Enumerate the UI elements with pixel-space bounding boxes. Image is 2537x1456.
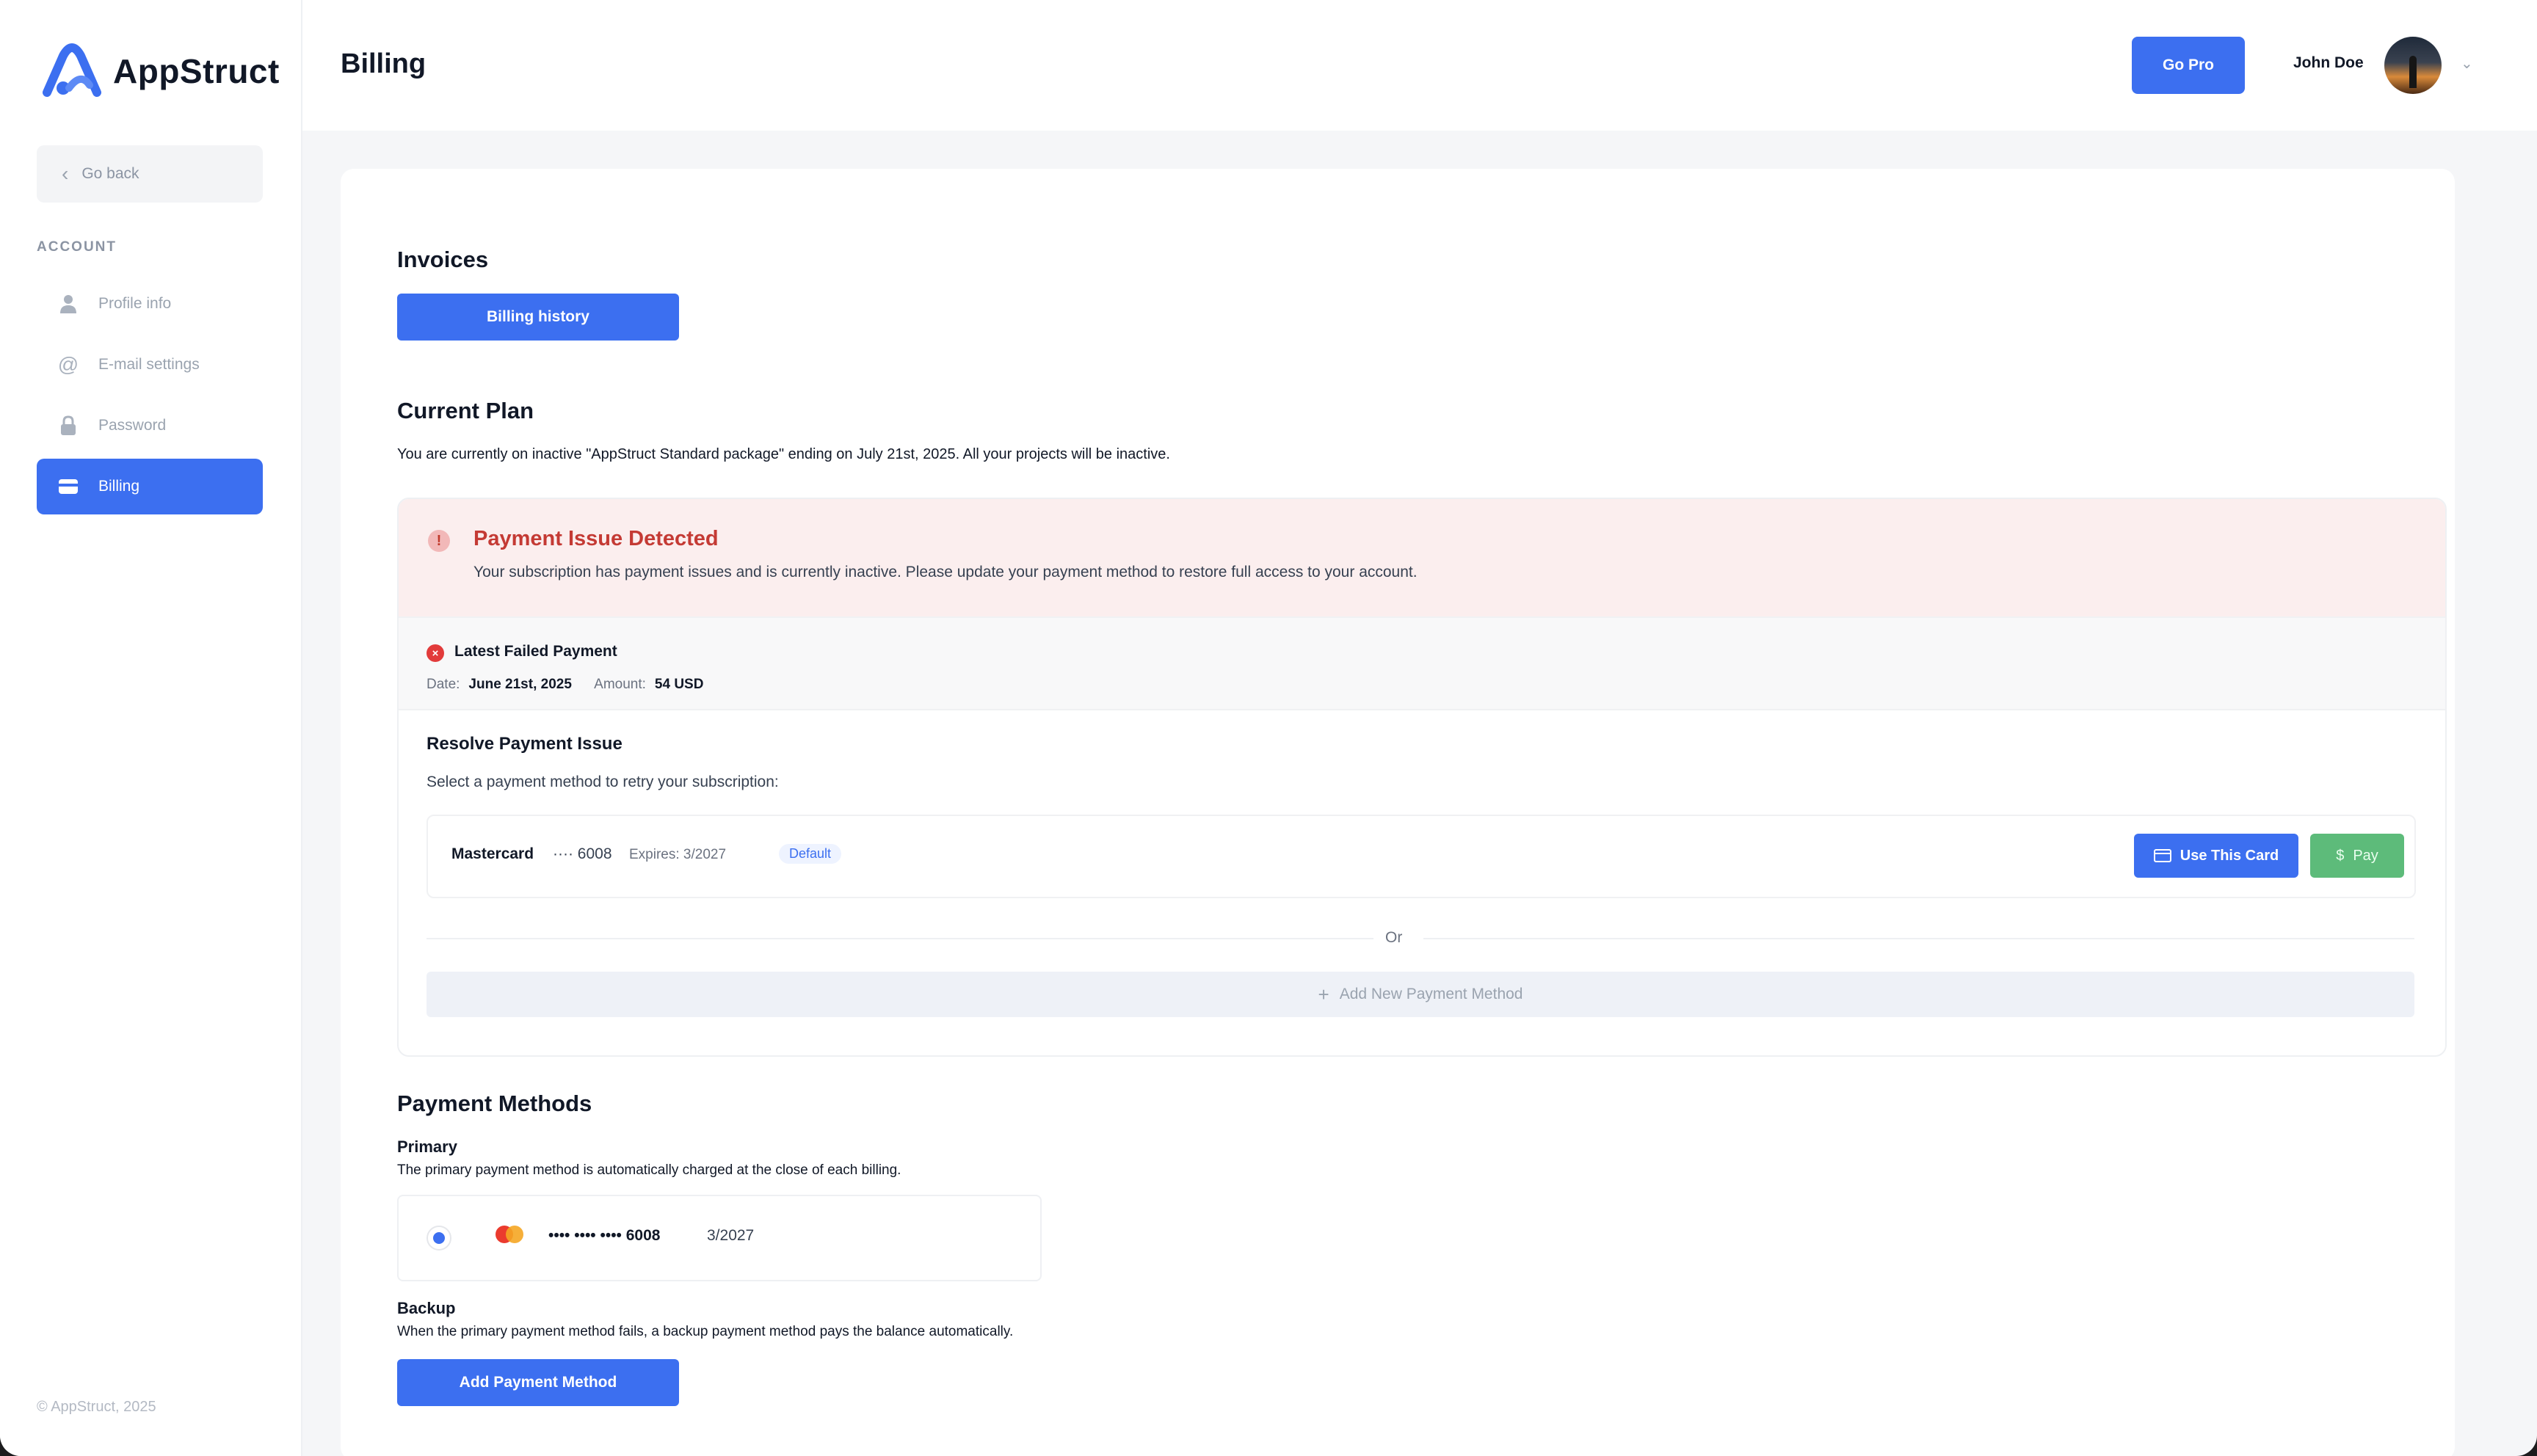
logo[interactable]: AppStruct	[41, 43, 280, 100]
error-x-icon: ×	[427, 644, 444, 662]
primary-card-number: •••• •••• •••• 6008	[548, 1227, 661, 1244]
page-title: Billing	[341, 48, 427, 79]
add-new-label: Add New Payment Method	[1339, 986, 1523, 1002]
add-payment-method-button[interactable]: Add Payment Method	[397, 1359, 679, 1406]
add-new-payment-method-button[interactable]: + Add New Payment Method	[427, 972, 2414, 1017]
mastercard-icon	[496, 1226, 525, 1243]
primary-payment-card[interactable]: •••• •••• •••• 6008 3/2027	[397, 1195, 1042, 1281]
amount-value: 54 USD	[654, 677, 704, 692]
sidebar-item-email-settings[interactable]: @ E-mail settings	[37, 337, 263, 393]
saved-card-row[interactable]: Mastercard ···· 6008 Expires: 3/2027 Def…	[427, 815, 2416, 898]
billing-card: Invoices Billing history Current Plan Yo…	[341, 169, 2455, 1456]
divider	[427, 938, 1373, 939]
credit-card-icon	[57, 476, 79, 498]
date-value: June 21st, 2025	[468, 677, 572, 692]
alert-title: Payment Issue Detected	[473, 527, 719, 550]
app-name: AppStruct	[113, 52, 280, 90]
appstruct-logo-icon	[43, 43, 101, 97]
sidebar-item-label: Password	[98, 417, 167, 434]
at-icon: @	[57, 353, 79, 376]
latest-failed-payment: × Latest Failed Payment Date: June 21st, …	[399, 616, 2445, 710]
payment-issue-alert: ! Payment Issue Detected Your subscripti…	[399, 499, 2445, 616]
dollar-icon: $	[2336, 847, 2345, 864]
use-this-card-button[interactable]: Use This Card	[2134, 834, 2298, 878]
backup-title: Backup	[397, 1299, 456, 1317]
use-this-card-label: Use This Card	[2180, 847, 2279, 864]
user-icon	[57, 293, 79, 315]
sidebar: AppStruct ‹ Go back ACCOUNT Profile info…	[0, 0, 302, 1456]
go-pro-button[interactable]: Go Pro	[2132, 37, 2245, 94]
default-badge: Default	[779, 844, 842, 864]
resolve-description: Select a payment method to retry your su…	[427, 774, 779, 790]
credit-card-icon	[2153, 849, 2171, 862]
pay-label: Pay	[2353, 847, 2378, 864]
failed-payment-title: Latest Failed Payment	[454, 643, 617, 660]
amount-label: Amount:	[594, 677, 646, 692]
sidebar-item-billing[interactable]: Billing	[37, 459, 263, 514]
chevron-down-icon[interactable]: ⌄	[2461, 54, 2473, 73]
sidebar-item-label: Billing	[98, 478, 140, 495]
avatar[interactable]	[2384, 37, 2442, 94]
payment-methods-title: Payment Methods	[397, 1091, 592, 1116]
current-plan-title: Current Plan	[397, 398, 534, 423]
date-label: Date:	[427, 677, 460, 692]
chevron-left-icon: ‹	[62, 162, 69, 185]
failed-payment-meta: Date: June 21st, 2025 Amount: 54 USD	[427, 677, 722, 693]
go-back-button[interactable]: ‹ Go back	[37, 145, 263, 203]
sidebar-item-password[interactable]: Password	[37, 398, 263, 454]
go-back-label: Go back	[81, 165, 139, 182]
sidebar-item-label: E-mail settings	[98, 356, 200, 373]
sidebar-item-profile-info[interactable]: Profile info	[37, 276, 263, 332]
app-window: AppStruct ‹ Go back ACCOUNT Profile info…	[0, 0, 2537, 1456]
top-header: Billing Go Pro John Doe ⌄	[302, 0, 2537, 131]
lock-icon	[57, 415, 79, 437]
copyright: © AppStruct, 2025	[37, 1399, 156, 1415]
current-plan-text: You are currently on inactive "AppStruct…	[397, 446, 1170, 462]
card-expiry: Expires: 3/2027	[629, 847, 727, 862]
alert-icon: !	[428, 530, 450, 552]
card-brand: Mastercard	[451, 845, 534, 862]
user-name[interactable]: John Doe	[2293, 54, 2364, 72]
billing-history-button[interactable]: Billing history	[397, 294, 679, 341]
alert-description: Your subscription has payment issues and…	[473, 564, 1418, 580]
or-separator: Or	[1385, 929, 1403, 946]
primary-card-expiry: 3/2027	[707, 1227, 755, 1244]
account-nav: Profile info @ E-mail settings Password …	[37, 276, 263, 520]
account-section-label: ACCOUNT	[37, 239, 117, 255]
divider	[1423, 938, 2414, 939]
sidebar-item-label: Profile info	[98, 295, 172, 312]
pay-button[interactable]: $ Pay	[2310, 834, 2404, 878]
resolve-title: Resolve Payment Issue	[427, 734, 623, 754]
plus-icon: +	[1318, 983, 1329, 1005]
primary-card-radio[interactable]	[427, 1226, 451, 1251]
primary-title: Primary	[397, 1138, 457, 1156]
payment-issue-panel: ! Payment Issue Detected Your subscripti…	[397, 498, 2447, 1057]
invoices-title: Invoices	[397, 247, 489, 272]
card-number: ···· 6008	[553, 845, 612, 862]
primary-description: The primary payment method is automatica…	[397, 1162, 901, 1178]
backup-description: When the primary payment method fails, a…	[397, 1324, 1014, 1339]
